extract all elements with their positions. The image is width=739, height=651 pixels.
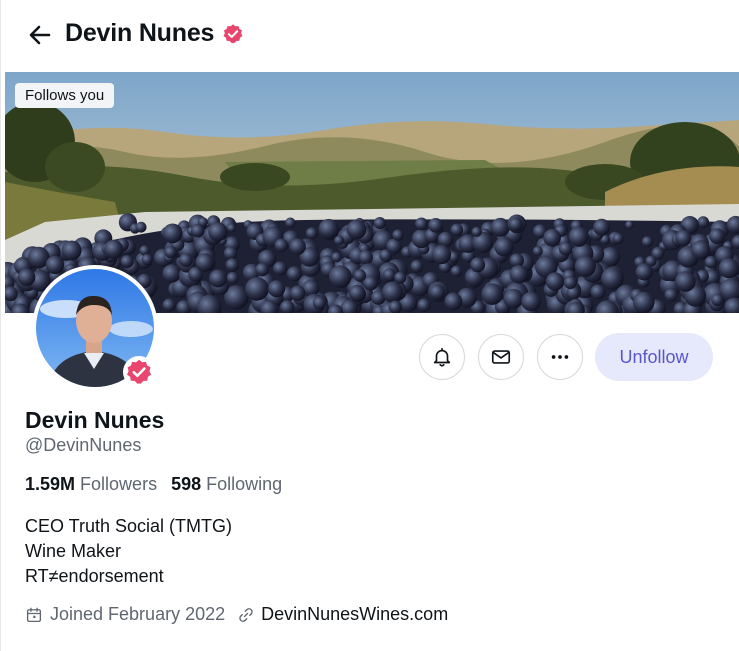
profile-header: Devin Nunes <box>1 0 739 72</box>
followers-count: 1.59M <box>25 474 76 494</box>
page-title: Devin Nunes <box>65 19 215 47</box>
verified-badge-icon <box>122 355 156 389</box>
followers-label: Followers <box>80 474 158 494</box>
followers-link[interactable]: 1.59M Followers <box>25 474 157 494</box>
back-arrow-icon[interactable] <box>25 20 55 50</box>
following-link[interactable]: 598 Following <box>171 474 282 494</box>
message-button[interactable] <box>478 334 524 380</box>
more-icon <box>551 355 569 359</box>
bell-icon <box>433 347 451 367</box>
profile-name: Devin Nunes <box>25 407 165 433</box>
follow-stats: 1.59M Followers 598 Following <box>25 474 282 495</box>
verified-badge-icon <box>222 23 244 45</box>
following-count: 598 <box>171 474 202 494</box>
profile-page: Devin Nunes Follows you Unfollow Devin N… <box>0 0 739 651</box>
website-link[interactable]: DevinNunesWines.com <box>261 604 448 625</box>
bio-line: Wine Maker <box>25 541 122 561</box>
profile-meta: Joined February 2022 DevinNunesWines.com <box>25 604 448 625</box>
bio-line: CEO Truth Social (TMTG) <box>25 516 233 536</box>
link-icon <box>239 607 253 622</box>
follows-you-badge: Follows you <box>15 83 115 108</box>
calendar-icon <box>26 607 42 622</box>
following-label: Following <box>206 474 283 494</box>
mail-icon <box>491 350 511 364</box>
bio-line: RT≠endorsement <box>25 566 164 586</box>
more-options-button[interactable] <box>537 334 583 380</box>
joined-date: Joined February 2022 <box>50 604 226 624</box>
notifications-button[interactable] <box>419 334 465 380</box>
unfollow-button[interactable]: Unfollow <box>595 333 713 381</box>
profile-handle: @DevinNunes <box>25 435 142 455</box>
profile-bio: CEO Truth Social (TMTG) Wine Maker RT≠en… <box>25 514 232 589</box>
